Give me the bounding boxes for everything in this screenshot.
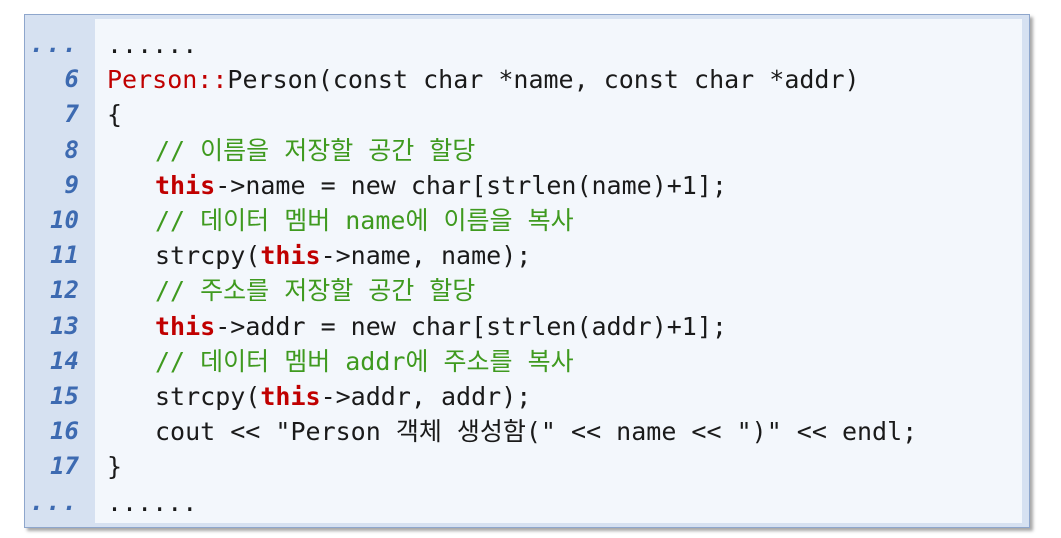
code-line: 7{ [25, 97, 1029, 132]
code-text: } [107, 449, 122, 484]
line-number: 6 [64, 65, 79, 94]
code-token: strcpy( [155, 241, 261, 271]
line-number: 12 [50, 276, 79, 305]
code-line: 9 this->name = new char[strlen(name)+1]; [25, 168, 1029, 203]
code-text: ...... [107, 485, 197, 520]
code-line: 12 // 주소를 저장할 공간 할당 [25, 273, 1029, 308]
code-line: 15 strcpy(this->addr, addr); [25, 379, 1029, 414]
code-line: 10 // 데이터 멤버 name에 이름을 복사 [25, 203, 1029, 238]
comment-token: // 주소를 저장할 공간 할당 [155, 276, 476, 306]
code-token: ->addr, addr); [320, 382, 532, 411]
code-token: cout << "Person 객체 생성함(" << name << ")" … [155, 417, 918, 447]
line-number: ... [29, 487, 79, 516]
code-line: 8 // 이름을 저장할 공간 할당 [25, 133, 1029, 168]
line-number: ... [29, 30, 79, 58]
code-text: // 데이터 멤버 addr에 주소를 복사 [107, 344, 574, 379]
line-number: 10 [50, 206, 79, 234]
code-listing-panel: ......... 6 Person::Person(const char *nam… [24, 14, 1030, 528]
comment-token: // 데이터 멤버 addr에 주소를 복사 [155, 346, 574, 376]
code-token: ->name, name); [320, 241, 532, 271]
line-number: 8 [64, 135, 79, 164]
line-number: 15 [50, 382, 79, 410]
code-text: cout << "Person 객체 생성함(" << name << ")" … [107, 414, 917, 449]
code-token: ...... [107, 487, 198, 517]
keyword-token: this [260, 241, 321, 271]
comment-token: // 데이터 멤버 name에 이름을 복사 [155, 206, 574, 235]
line-number: 17 [50, 452, 79, 481]
code-line: 13 this->addr = new char[strlen(addr)+1]; [25, 309, 1029, 344]
code-text: // 이름을 저장할 공간 할당 [107, 133, 475, 168]
code-line: 6 Person::Person(const char *name, const … [25, 62, 1029, 97]
code-text: strcpy(this->addr, addr); [107, 379, 531, 414]
code-line: ......... [25, 27, 1029, 62]
line-number: 11 [50, 241, 79, 270]
line-number: 14 [50, 346, 79, 375]
code-token: ...... [107, 30, 198, 59]
line-number: 9 [64, 170, 79, 199]
code-token: Person(const char *name, const char *add… [227, 65, 860, 95]
code-text: strcpy(this->name, name); [107, 238, 531, 273]
keyword-token: this [260, 382, 321, 411]
code-line: 14 // 데이터 멤버 addr에 주소를 복사 [25, 344, 1029, 379]
line-number: 7 [64, 100, 79, 129]
code-token: ->addr = new char[strlen(addr)+1]; [215, 311, 727, 341]
code-line: 11 strcpy(this->name, name); [25, 238, 1029, 273]
code-text: { [107, 97, 122, 132]
code-text: // 데이터 멤버 name에 이름을 복사 [107, 203, 574, 238]
code-token: strcpy( [155, 382, 261, 411]
code-token: ->name = new char[strlen(name)+1]; [215, 170, 727, 200]
code-text: Person::Person(const char *name, const c… [107, 62, 860, 97]
code-text: ...... [107, 27, 197, 62]
keyword-token: this [155, 170, 216, 200]
class-scope-token: Person:: [107, 65, 228, 95]
comment-token: // 이름을 저장할 공간 할당 [155, 135, 476, 165]
code-token: { [107, 100, 123, 130]
code-text: this->addr = new char[strlen(addr)+1]; [107, 309, 727, 344]
code-line: 17} [25, 449, 1029, 484]
code-text: this->name = new char[strlen(name)+1]; [107, 168, 727, 203]
code-token: } [107, 452, 123, 482]
code-text: // 주소를 저장할 공간 할당 [107, 273, 475, 308]
code-line: ......... [25, 485, 1029, 520]
keyword-token: this [155, 311, 216, 341]
line-number: 13 [50, 311, 79, 340]
line-number: 16 [50, 417, 79, 446]
code-line: 16 cout << "Person 객체 생성함(" << name << ")… [25, 414, 1029, 449]
